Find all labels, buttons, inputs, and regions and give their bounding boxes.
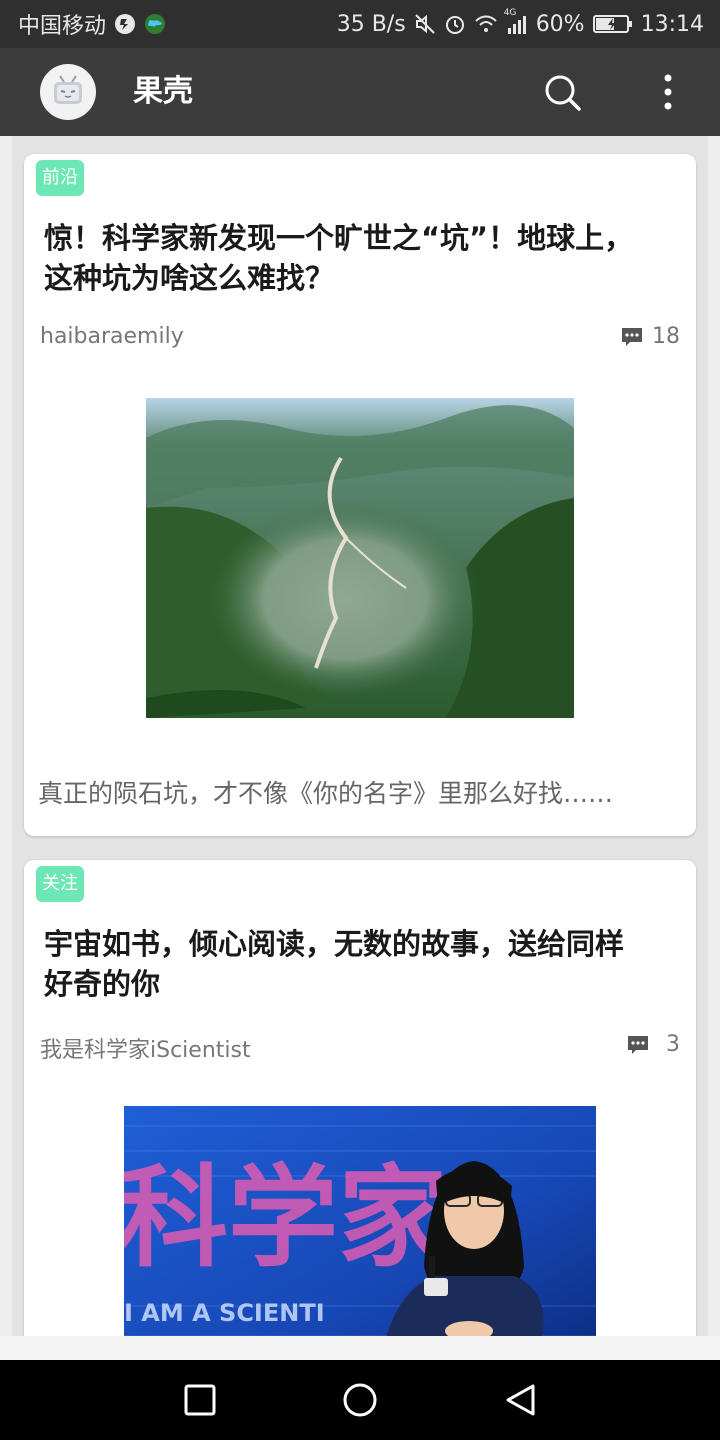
app-title: 果壳	[133, 74, 193, 109]
system-nav-bar	[0, 1360, 720, 1440]
article-thumbnail[interactable]	[146, 398, 574, 718]
article-card[interactable]: 关注 宇宙如书，倾心阅读，无数的故事，送给同样好奇的你 我是科学家iScient…	[24, 860, 696, 1336]
more-options-button[interactable]	[652, 70, 684, 114]
comment-count[interactable]: 3	[626, 1032, 680, 1057]
recent-apps-icon	[184, 1384, 216, 1416]
status-left: 中国移动	[18, 8, 166, 40]
comment-count-label: 3	[666, 1032, 680, 1057]
back-icon	[506, 1384, 535, 1416]
category-tag[interactable]: 关注	[36, 866, 84, 902]
search-icon	[545, 75, 581, 111]
globe-icon	[144, 13, 166, 35]
article-title[interactable]: 惊！科学家新发现一个旷世之“坑”！地球上，这种坑为啥这么难找？	[44, 218, 644, 298]
bilibili-tv-icon	[54, 75, 82, 104]
mute-icon	[414, 13, 436, 35]
author-name[interactable]: 我是科学家iScientist	[40, 1032, 251, 1064]
clock: 13:14	[640, 11, 704, 37]
category-tag[interactable]: 前沿	[36, 160, 84, 196]
author-name[interactable]: haibaraemily	[40, 324, 184, 349]
image-large-text: 科学家	[124, 1153, 448, 1282]
search-button[interactable]	[540, 70, 584, 114]
status-bar: 中国移动 35 B/s 4G 60% 13:14	[0, 0, 720, 48]
battery-charging-icon	[592, 13, 633, 35]
crater-valley-image	[146, 398, 574, 718]
recent-apps-button[interactable]	[178, 1378, 222, 1422]
battery-percent: 60%	[535, 11, 585, 37]
home-button[interactable]	[338, 1378, 382, 1422]
article-excerpt: 真正的陨石坑，才不像《你的名字》里那么好找……	[38, 779, 614, 808]
scientist-stage-image: 科学家 I AM A SCIENTI	[124, 1106, 596, 1336]
article-card[interactable]: 前沿 惊！科学家新发现一个旷世之“坑”！地球上，这种坑为啥这么难找？ haiba…	[24, 154, 696, 836]
comment-count[interactable]: 18	[620, 324, 680, 349]
app-bar: 果壳	[0, 48, 720, 136]
article-title[interactable]: 宇宙如书，倾心阅读，无数的故事，送给同样好奇的你	[44, 924, 644, 1004]
home-icon	[343, 1383, 377, 1417]
network-type: 4G	[503, 8, 517, 18]
carrier-name: 中国移动	[18, 14, 107, 39]
comment-count-label: 18	[652, 324, 680, 349]
avatar[interactable]	[40, 64, 96, 120]
more-vert-icon	[664, 74, 672, 110]
back-button[interactable]	[498, 1378, 542, 1422]
article-feed[interactable]: 前沿 惊！科学家新发现一个旷世之“坑”！地球上，这种坑为啥这么难找？ haiba…	[12, 136, 708, 1336]
comment-icon	[622, 327, 642, 346]
bottom-strip	[0, 1336, 720, 1360]
signal-icon: 4G	[504, 8, 528, 34]
network-speed: 35 B/s	[336, 11, 406, 37]
carrier-extra-icon	[114, 13, 136, 35]
article-thumbnail[interactable]: 科学家 I AM A SCIENTI	[124, 1106, 596, 1336]
status-right: 35 B/s 4G 60% 13:14	[336, 8, 704, 37]
alarm-icon	[444, 13, 466, 35]
image-small-text: I AM A SCIENTI	[124, 1299, 325, 1327]
wifi-icon	[474, 14, 498, 34]
comment-icon	[628, 1035, 648, 1054]
